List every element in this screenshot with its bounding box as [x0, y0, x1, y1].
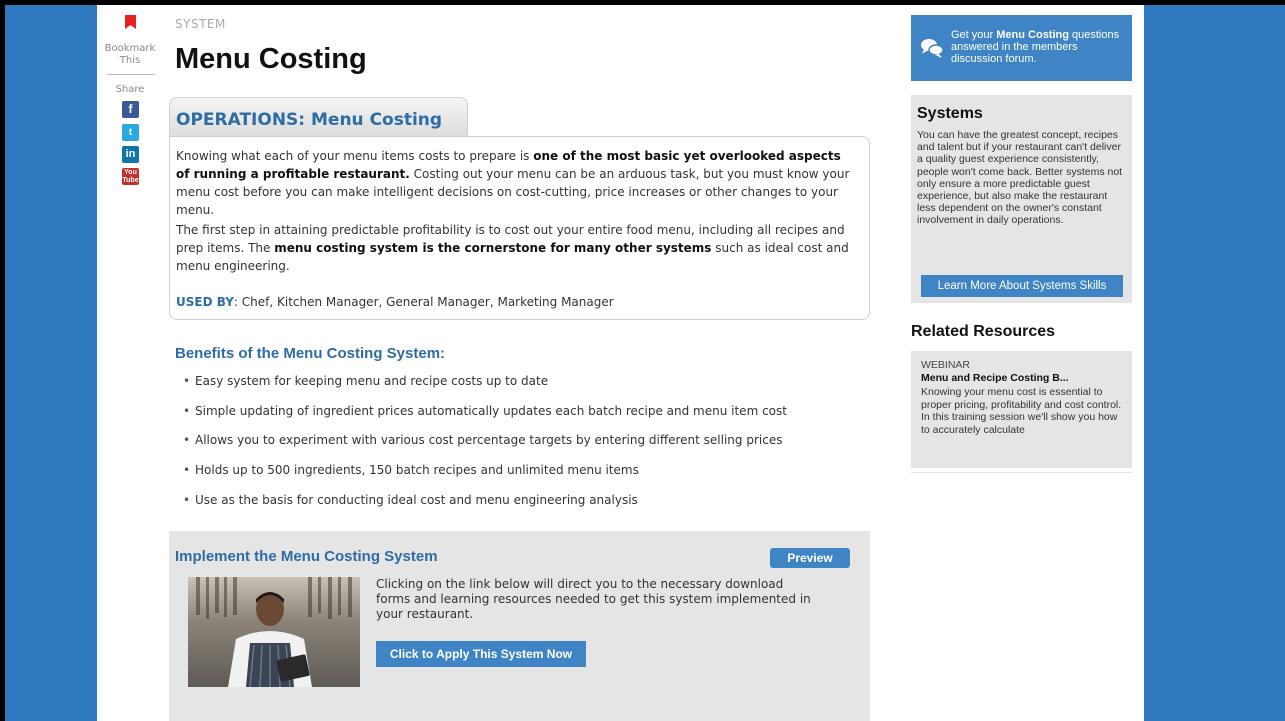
resource-description: Knowing your menu cost is essential to p…	[921, 386, 1122, 436]
related-resources-title: Related Resources	[911, 323, 1056, 340]
forum-promo[interactable]: Get your Menu Costing questions answered…	[911, 15, 1132, 81]
operations-paragraph-1: Knowing what each of your menu items cos…	[176, 149, 850, 217]
share-divider	[107, 74, 155, 75]
page-title: Menu Costing	[175, 43, 367, 75]
operations-title: OPERATIONS: Menu Costing	[176, 110, 443, 130]
frame-edge-left	[0, 0, 5, 721]
chat-bubbles-icon	[921, 39, 944, 58]
benefit-item: Easy system for keeping menu and recipe …	[183, 374, 548, 388]
twitter-icon[interactable]: t	[122, 124, 139, 141]
learn-more-button[interactable]: Learn More About Systems Skills	[921, 275, 1123, 297]
systems-description: You can have the greatest concept, recip…	[917, 129, 1123, 227]
preview-button[interactable]: Preview	[770, 548, 850, 568]
chef-photo	[188, 577, 360, 687]
resource-title-link[interactable]: Menu and Recipe Costing B...	[921, 372, 1069, 384]
section-kicker: SYSTEM	[175, 17, 226, 31]
benefit-item: Allows you to experiment with various co…	[183, 433, 782, 447]
facebook-icon[interactable]: f	[122, 101, 139, 118]
benefit-item: Holds up to 500 ingredients, 150 batch r…	[183, 463, 639, 477]
apply-system-button[interactable]: Click to Apply This System Now	[376, 641, 586, 667]
benefit-item: Simple updating of ingredient prices aut…	[183, 404, 787, 418]
bookmark-icon[interactable]	[125, 15, 136, 29]
implement-panel: Implement the Menu Costing System Previe…	[169, 531, 870, 721]
benefits-title: Benefits of the Menu Costing System:	[175, 345, 446, 362]
page-content: Bookmark This Share f t in You Tube SYST…	[97, 5, 1144, 721]
resource-card[interactable]: WEBINAR Menu and Recipe Costing B... Kno…	[911, 351, 1132, 468]
operations-panel: Knowing what each of your menu items cos…	[169, 136, 870, 320]
implement-description: Clicking on the link below will direct y…	[376, 577, 811, 621]
youtube-icon[interactable]: You Tube	[122, 168, 139, 185]
used-by: USED BY: Chef, Kitchen Manager, General …	[176, 295, 614, 309]
operations-paragraph-2: The first step in attaining predictable …	[176, 223, 849, 273]
resource-divider	[911, 472, 1132, 473]
implement-title: Implement the Menu Costing System	[175, 548, 438, 565]
operations-tab: OPERATIONS: Menu Costing	[169, 97, 468, 137]
share-label: Share	[115, 84, 145, 95]
linkedin-icon[interactable]: in	[122, 146, 139, 163]
systems-panel: Systems You can have the greatest concep…	[911, 95, 1132, 303]
benefit-item: Use as the basis for conducting ideal co…	[183, 493, 638, 507]
forum-promo-text: Get your Menu Costing questions answered…	[951, 29, 1120, 65]
bookmark-label[interactable]: Bookmark This	[97, 43, 163, 67]
resource-type: WEBINAR	[921, 359, 971, 371]
systems-title: Systems	[917, 105, 983, 122]
